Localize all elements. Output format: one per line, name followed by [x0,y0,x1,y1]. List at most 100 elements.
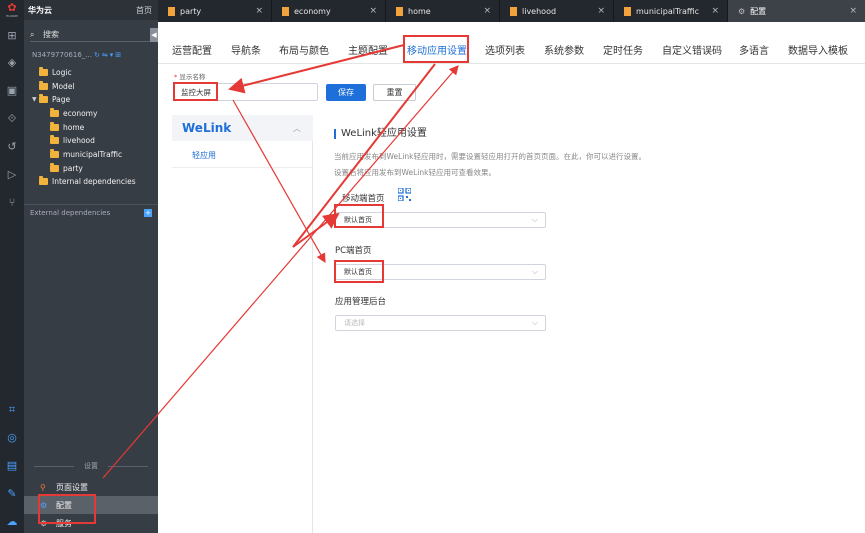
section-description-1: 当前应用发布到WeLink轻应用时，需要设置轻应用打开的首页页面。在此，你可以进… [334,152,646,161]
subnav-import-templates[interactable]: 数据导入模板 [788,42,848,57]
settings-section-label: 设置 [24,461,158,471]
section-description-2: 设置后将应用发布到WeLink轻应用可查看效果。 [334,168,496,177]
search-box[interactable]: ⌕ 搜索 [30,28,150,42]
subnav-scheduled-tasks[interactable]: 定时任务 [603,42,643,57]
folder-icon [39,176,48,185]
app-root: ✿ HUAWEI ⊞ ◈ ▣ ⟐ ↺ ▷ ⑂ ⌗ ◎ ▤ ✎ ☁ 华为云 首页 ⌕… [0,0,865,533]
subnav-error-codes[interactable]: 自定义错误码 [662,42,722,57]
folder-icon [50,149,59,158]
welink-group-header[interactable]: WeLink ︿ [172,115,313,141]
file-icon [624,6,631,16]
subnav-system-params[interactable]: 系统参数 [544,42,584,57]
subnav-languages[interactable]: 多语言 [739,42,769,57]
service-icon: ⚙ [40,518,48,528]
external-dependencies[interactable]: External dependencies + [24,204,158,220]
close-icon[interactable]: × [483,6,491,16]
sync-icon[interactable]: ⇋ [102,51,108,59]
layers-icon[interactable]: ◈ [4,55,20,71]
tree-node-logic[interactable]: Logic [32,66,72,79]
add-icon[interactable]: ⊞ [115,51,121,59]
nav-service[interactable]: ⚙ 服务 [24,514,158,532]
package-icon[interactable]: ▣ [4,83,20,99]
folder-icon [39,94,48,103]
subnav-layout-colors[interactable]: 布局与颜色 [279,42,329,57]
divider [172,167,313,168]
search-icon: ⌕ [30,29,35,39]
branch-icon[interactable]: ⑂ [4,195,20,211]
filter-icon[interactable]: ▾ [110,51,114,59]
subnav-mobile-app[interactable]: 移动应用设置 [407,42,467,57]
gear-icon: ⚙ [40,500,48,510]
platform-list: WeLink ︿ 轻应用 [172,115,313,533]
file-icon [396,6,403,16]
brand-title: 华为云 [28,5,52,15]
tab-party[interactable]: party × [158,0,272,22]
wrench-icon[interactable]: ✎ [4,486,20,502]
tree-node-internal-dependencies[interactable]: Internal dependencies [32,175,136,188]
welink-lite-app-item[interactable]: 轻应用 [192,150,216,161]
tab-economy[interactable]: economy × [272,0,386,22]
search-placeholder: 搜索 [43,30,59,39]
sitemap-icon[interactable]: ⊞ [4,28,20,44]
chevron-up-icon[interactable]: ︿ [293,123,301,134]
tree-node-model[interactable]: Model [32,80,75,93]
explorer-panel: 华为云 首页 ⌕ 搜索 N3479770616_... ↻ ⇋ ▾ ⊞ Logi… [24,0,158,533]
tree-node-municipal-traffic[interactable]: municipalTraffic [50,148,122,161]
chevron-down-icon: ⌵ [531,215,538,224]
close-icon[interactable]: × [369,6,377,16]
close-icon[interactable]: × [255,6,263,16]
gear-icon: ⚙ [738,6,746,16]
play-icon[interactable]: ▷ [4,167,20,183]
tree-node-page[interactable]: ▼ Page [32,93,70,106]
home-link[interactable]: 首页 [136,5,158,16]
cloud-upload-icon[interactable]: ☁ [4,514,20,530]
reset-button[interactable]: 重置 [373,84,416,101]
folder-icon [50,135,59,144]
subnav-options[interactable]: 选项列表 [485,42,525,57]
config-subnav: 运营配置 导航条 布局与颜色 主题配置 移动应用设置 选项列表 系统参数 定时任… [158,34,865,64]
expanded-caret-icon: ▼ [32,96,37,103]
project-id: N3479770616_... [32,51,92,59]
qr-code-icon[interactable] [398,188,411,201]
scan-icon[interactable]: ⌗ [4,402,20,418]
pc-home-select[interactable]: 默认首页 ⌵ [335,264,546,280]
tab-municipal-traffic[interactable]: municipalTraffic × [614,0,728,22]
folder-icon [39,67,48,76]
admin-backend-label: 应用管理后台 [335,297,387,307]
collapse-panel-handle[interactable]: ◀ [150,28,158,42]
close-icon[interactable]: × [597,6,605,16]
subnav-theme[interactable]: 主题配置 [348,42,388,57]
refresh-icon[interactable]: ↻ [94,51,100,59]
admin-backend-select[interactable]: 请选择 ⌵ [335,315,546,331]
subnav-operations[interactable]: 运营配置 [172,42,212,57]
nav-config[interactable]: ⚙ 配置 [24,496,158,514]
terminal-icon[interactable]: ▤ [4,458,20,474]
tree-node-home[interactable]: home [50,121,84,134]
tab-livehood[interactable]: livehood × [500,0,614,22]
close-icon[interactable]: × [711,6,719,16]
save-button[interactable]: 保存 [326,84,366,101]
history-icon[interactable]: ↺ [4,139,20,155]
editor-tabs: party × economy × home × livehood × municipa… [158,0,865,22]
close-icon[interactable]: × [849,6,857,16]
tree-node-party[interactable]: party [50,162,83,175]
pin-icon: ⚲ [40,482,46,492]
section-title: WeLink轻应用设置 [334,129,427,139]
target-icon[interactable]: ◎ [4,430,20,446]
pc-home-label: PC端首页 [335,246,372,256]
tab-config[interactable]: ⚙ 配置 × [728,0,865,22]
add-dependency-icon[interactable]: + [144,208,152,217]
tab-home[interactable]: home × [386,0,500,22]
hub-icon[interactable]: ⟐ [4,111,20,127]
mobile-home-label: 移动端首页 [342,194,385,204]
folder-icon [50,163,59,172]
mobile-home-select[interactable]: 默认首页 ⌵ [335,212,546,228]
tree-node-economy[interactable]: economy [50,107,97,120]
display-name-input[interactable]: 监控大屏 [174,83,318,101]
project-row[interactable]: N3479770616_... ↻ ⇋ ▾ ⊞ [32,48,158,62]
chevron-down-icon: ⌵ [531,318,538,327]
subnav-navbar[interactable]: 导航条 [231,42,261,57]
nav-page-settings[interactable]: ⚲ 页面设置 [24,478,158,496]
tree-node-livehood[interactable]: livehood [50,134,95,147]
config-content: 运营配置 导航条 布局与颜色 主题配置 移动应用设置 选项列表 系统参数 定时任… [158,22,865,533]
